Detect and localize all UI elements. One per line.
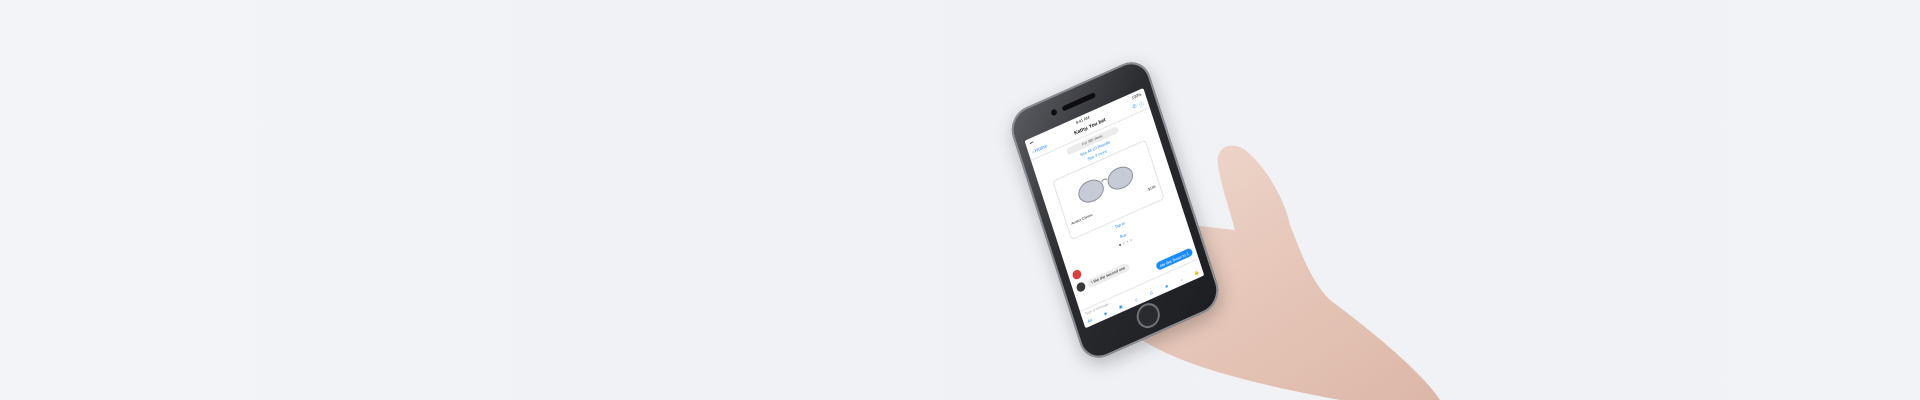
- product-name: Aviator Classic: [1070, 212, 1094, 226]
- info-icon[interactable]: ⓘ: [1138, 100, 1145, 109]
- image-icon[interactable]: ▣: [1118, 303, 1123, 309]
- pager-dot: [1126, 240, 1129, 244]
- product-scene: ••• 9:41 AM 100% ‹ Home Kathy, You bet ✆…: [0, 0, 1920, 400]
- camera-icon[interactable]: ◉: [1103, 310, 1108, 316]
- mic-icon[interactable]: ♪: [1180, 277, 1183, 283]
- pager-dot: [1129, 238, 1133, 242]
- nav-actions: ✆ ⓘ: [1132, 100, 1145, 112]
- pager-dot-active: [1118, 243, 1122, 247]
- product-price: $155: [1147, 184, 1157, 192]
- emoji-icon[interactable]: ☻: [1164, 283, 1169, 289]
- pager-dot: [1122, 241, 1125, 245]
- user-avatar: [1075, 280, 1087, 294]
- sunglasses-image: [1078, 166, 1134, 203]
- phone-icon[interactable]: ✆: [1132, 103, 1138, 111]
- bot-avatar: [1071, 268, 1083, 281]
- sticker-icon[interactable]: ☺: [1134, 296, 1139, 302]
- back-button[interactable]: ‹ Home: [1032, 143, 1048, 155]
- like-icon[interactable]: 👍: [1193, 269, 1199, 276]
- aa-icon[interactable]: Aa: [1087, 317, 1093, 324]
- gif-icon[interactable]: G: [1149, 290, 1153, 296]
